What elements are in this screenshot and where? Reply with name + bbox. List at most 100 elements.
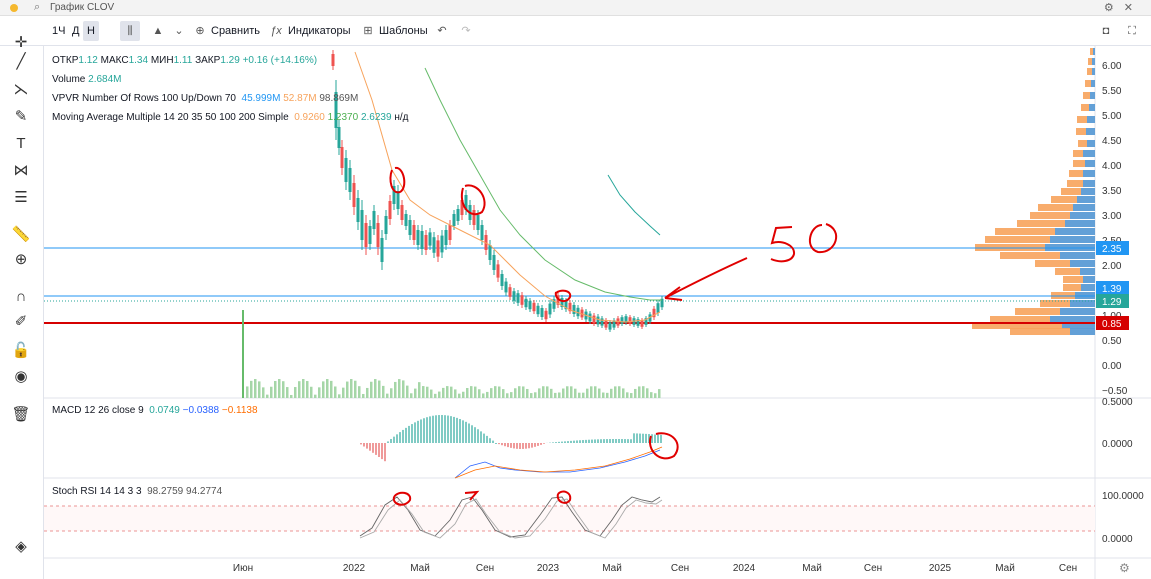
volume-bar (362, 393, 365, 398)
stoch-scale-label: 100.0000 (1102, 491, 1144, 502)
macd-bar (468, 423, 470, 443)
candle-body (536, 305, 540, 315)
vpvr-bar-up (1087, 116, 1095, 123)
macd-bar (573, 440, 575, 443)
candle-body (512, 291, 516, 301)
volume-bar (322, 381, 325, 398)
volume-bar (306, 381, 309, 398)
macd-bar (501, 443, 503, 446)
volume-bar (638, 386, 641, 398)
time-tick-label: Май (995, 563, 1015, 574)
macd-bar (402, 429, 404, 443)
macd-bar (390, 439, 392, 443)
macd-bar (465, 421, 467, 443)
macd-legend[interactable]: MACD 12 26 close 9 0.0749 −0.0388 −0.113… (52, 405, 258, 416)
volume-row[interactable]: Volume 2.684M (52, 70, 408, 89)
vpvr-bar-down (1063, 276, 1083, 283)
volume-bar (630, 393, 633, 398)
candle-body (532, 302, 536, 312)
candle-body (480, 225, 484, 240)
macd-bar (519, 443, 521, 449)
candle-body (656, 303, 660, 313)
price-badge: 0.85 (1096, 316, 1129, 330)
volume-bar (402, 380, 405, 398)
volume-profile (972, 48, 1095, 335)
macd-bar (510, 443, 512, 448)
macd-bar (642, 433, 644, 443)
volume-bar (266, 394, 269, 398)
vpvr-bar-down (990, 316, 1050, 323)
vpvr-label: VPVR Number Of Rows 100 Up/Down 70 (52, 93, 236, 104)
vpvr-total-value: 98.869M (319, 93, 359, 104)
volume-bar (394, 381, 397, 398)
ma-row[interactable]: Moving Average Multiple 14 20 35 50 100 … (52, 108, 408, 127)
volume-bar (278, 379, 281, 398)
volume-bar (618, 386, 621, 398)
candle-body (432, 237, 436, 253)
volume-bar (642, 386, 645, 398)
macd-bar (480, 431, 482, 443)
macd-bar (615, 439, 617, 443)
macd-bar (369, 443, 371, 451)
volume-bar (270, 386, 273, 398)
macd-bar (609, 439, 611, 443)
candle-body (337, 127, 341, 148)
macd-bar (414, 422, 416, 443)
macd-bar (558, 441, 560, 443)
candle-body (440, 235, 444, 253)
vpvr-bar-down (1078, 140, 1087, 147)
volume-bar (382, 385, 385, 398)
volume-bar (570, 386, 573, 398)
vpvr-bar-up (1085, 160, 1095, 167)
stoch-value-2: 94.2774 (186, 486, 223, 497)
price-tick-label: 5.00 (1102, 111, 1122, 122)
volume-bar (294, 387, 297, 398)
settings-gear-icon[interactable]: ⚙ (1119, 561, 1130, 575)
volume-bar (314, 394, 317, 398)
macd-bar (540, 443, 542, 445)
volume-bar (262, 387, 265, 398)
vpvr-bar-up (1070, 212, 1095, 219)
vpvr-bar-down (1077, 116, 1087, 123)
macd-bar (522, 443, 524, 449)
vpvr-bar-down (1085, 80, 1091, 87)
vpvr-bar-up (1050, 316, 1095, 323)
macd-bar (555, 442, 557, 443)
stoch-band (44, 506, 1095, 531)
macd-bar (621, 439, 623, 443)
open-label: ОТКР (52, 55, 79, 66)
macd-bar (570, 440, 572, 443)
volume-bar (626, 392, 629, 398)
macd-bar (435, 415, 437, 443)
volume-bar (534, 392, 537, 398)
candle-body (368, 226, 372, 244)
candle-body (540, 308, 544, 317)
volume-bar (342, 387, 345, 398)
price-tick-label: 2.00 (1102, 261, 1122, 272)
candle-body (372, 211, 376, 229)
volume-bar (422, 386, 425, 398)
volume-bar (446, 386, 449, 398)
candle-body (396, 191, 400, 209)
volume-bar (658, 389, 661, 398)
vpvr-bar-down (1087, 68, 1092, 75)
candle-body (492, 255, 496, 270)
candle-body (412, 225, 416, 240)
stoch-legend[interactable]: Stoch RSI 14 14 3 3 98.2759 94.2774 (52, 486, 222, 497)
price-tick-label: 0.50 (1102, 336, 1122, 347)
volume-bar (514, 388, 517, 398)
candle-body (472, 210, 476, 225)
candle-body (600, 318, 604, 326)
volume-bar (646, 388, 649, 398)
candle-body (344, 158, 348, 182)
volume-bar (526, 388, 529, 398)
candle-body (496, 264, 500, 278)
macd-value-1: 0.0749 (149, 405, 180, 416)
vpvr-row[interactable]: VPVR Number Of Rows 100 Up/Down 70 45.99… (52, 89, 408, 108)
vpvr-bar-down (1000, 252, 1060, 259)
volume-bar (542, 386, 545, 398)
vpvr-bar-up (1070, 328, 1095, 335)
volume-bar (566, 386, 569, 398)
vpvr-bar-down (1073, 160, 1085, 167)
macd-bar (426, 417, 428, 443)
